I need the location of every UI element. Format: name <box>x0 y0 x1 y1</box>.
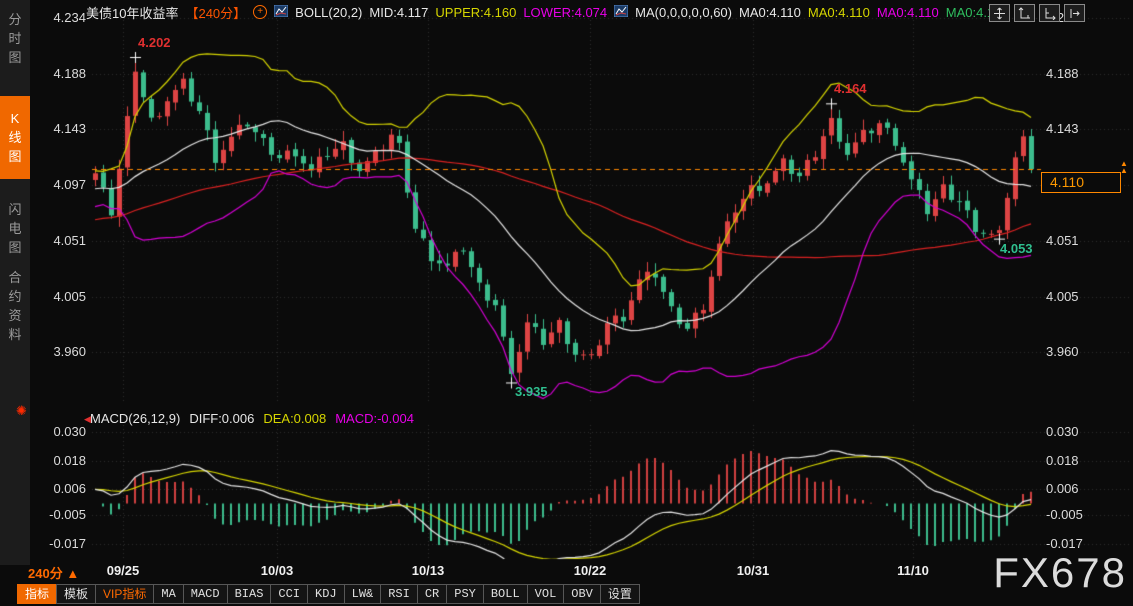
current-price-box: 4.110 <box>1041 172 1121 193</box>
chart-tool-buttons <box>989 4 1085 22</box>
axis-tick-label: 0.006 <box>1046 481 1106 496</box>
axis-tick-label: 4.051 <box>30 233 86 248</box>
toolbar-item-KDJ[interactable]: KDJ <box>307 584 345 604</box>
toolbar-item-LW&[interactable]: LW& <box>344 584 382 604</box>
scroll-up-arrows-icon[interactable]: ▲▲ <box>1120 160 1128 174</box>
sidebar-nav: 分时图 K线图闪电图合约资料 <box>0 0 30 565</box>
toolbar-item-CCI[interactable]: CCI <box>270 584 308 604</box>
toolbar-item-CR[interactable]: CR <box>417 584 447 604</box>
toolbar-item-指标[interactable]: 指标 <box>17 584 57 604</box>
sidebar-item-2[interactable]: K线图 <box>0 96 30 179</box>
period-tag: 【240分】 <box>185 3 246 22</box>
toolbar-item-BIAS[interactable]: BIAS <box>227 584 272 604</box>
axis-tick-label: 0.030 <box>30 424 86 439</box>
toolbar-item-RSI[interactable]: RSI <box>380 584 418 604</box>
toolbar-item-MACD[interactable]: MACD <box>183 584 228 604</box>
macd-header: MACD(26,12,9) DIFF:0.006 DEA:0.008 MACD:… <box>90 411 414 426</box>
axis-tick-label: 4.051 <box>1046 233 1106 248</box>
ma0-value-1: MA0:4.110 <box>739 5 801 20</box>
ma-label: MA(0,0,0,0,0,60) <box>635 5 732 20</box>
price-marker-4.202: 4.202 <box>138 35 171 50</box>
alert-sun-icon[interactable]: ✺ <box>16 403 27 419</box>
sidebar-item-1[interactable]: 分时图 <box>0 4 30 73</box>
x-axis-date: 10/22 <box>562 563 618 578</box>
axis-tick-label: 4.143 <box>1046 121 1106 136</box>
add-indicator-icon[interactable]: + <box>253 5 267 19</box>
axis-tick-label: 0.018 <box>1046 453 1106 468</box>
boll-label: BOLL(20,2) <box>295 5 362 20</box>
toolbar-item-OBV[interactable]: OBV <box>563 584 601 604</box>
x-axis-date: 10/31 <box>725 563 781 578</box>
axis-tick-label: -0.005 <box>30 507 86 522</box>
price-marker-4.164: 4.164 <box>834 81 867 96</box>
toolbar-item-BOLL[interactable]: BOLL <box>483 584 528 604</box>
axis-zoom-vertical-icon[interactable] <box>1014 4 1035 22</box>
axis-tick-label: -0.017 <box>30 536 86 551</box>
sidebar-item-3[interactable]: 闪电图 <box>0 194 30 263</box>
boll-lower-value: LOWER:4.074 <box>523 5 607 20</box>
crosshair-move-icon[interactable] <box>989 4 1010 22</box>
axis-zoom-horizontal-icon[interactable] <box>1039 4 1060 22</box>
ma0-value-4: MA0:4.1 <box>946 5 994 20</box>
axis-tick-label: -0.005 <box>1046 507 1106 522</box>
toolbar-item-模板[interactable]: 模板 <box>56 584 96 604</box>
toolbar-item-VIP指标[interactable]: VIP指标 <box>95 584 154 604</box>
period-selector[interactable]: 240分 ▲ <box>28 563 79 582</box>
ma0-value-3: MA0:4.110 <box>877 5 939 20</box>
axis-tick-label: 3.960 <box>30 344 86 359</box>
toolbar-item-设置[interactable]: 设置 <box>600 584 640 604</box>
axis-tick-label: 0.006 <box>30 481 86 496</box>
axis-tick-label: 4.005 <box>1046 289 1106 304</box>
toolbar-item-MA[interactable]: MA <box>153 584 183 604</box>
line-chart-icon <box>274 5 288 20</box>
chart-header: 美债10年收益率 【240分】 + BOLL(20,2) MID:4.117 U… <box>86 3 994 21</box>
x-axis-date: 10/03 <box>249 563 305 578</box>
sidebar-item-4[interactable]: 合约资料 <box>0 262 30 350</box>
x-axis-date: 11/10 <box>885 563 941 578</box>
toolbar-item-VOL[interactable]: VOL <box>527 584 565 604</box>
boll-upper-value: UPPER:4.160 <box>435 5 516 20</box>
x-axis-row: 240分 ▲ 09/25 10/03 10/13 10/22 10/31 11/10 <box>0 563 1133 583</box>
axis-tick-label: 0.030 <box>1046 424 1106 439</box>
shift-right-icon[interactable] <box>1064 4 1085 22</box>
indicator-toolbar: 指标模板VIP指标MAMACDBIASCCIKDJLW&RSICRPSYBOLL… <box>18 584 640 604</box>
axis-tick-label: 4.234 <box>30 10 86 25</box>
price-marker-3.935: 3.935 <box>515 384 548 399</box>
axis-tick-label: -0.017 <box>1046 536 1106 551</box>
axis-tick-label: 3.960 <box>1046 344 1106 359</box>
x-axis-date: 10/13 <box>400 563 456 578</box>
macd-dea-value: DEA:0.008 <box>263 411 326 426</box>
axis-tick-label: 4.143 <box>30 121 86 136</box>
x-axis-date: 09/25 <box>95 563 151 578</box>
price-chart-canvas[interactable] <box>0 0 1133 606</box>
macd-macd-value: MACD:-0.004 <box>335 411 414 426</box>
price-marker-4.053: 4.053 <box>1000 241 1033 256</box>
toolbar-item-PSY[interactable]: PSY <box>446 584 484 604</box>
axis-tick-label: 4.005 <box>30 289 86 304</box>
line-chart-icon <box>614 5 628 20</box>
axis-tick-label: 0.018 <box>30 453 86 468</box>
ma0-value-2: MA0:4.110 <box>808 5 870 20</box>
macd-diff-value: DIFF:0.006 <box>189 411 254 426</box>
axis-tick-label: 4.188 <box>30 66 86 81</box>
axis-tick-label: 4.188 <box>1046 66 1106 81</box>
page-title: 美债10年收益率 <box>86 3 178 22</box>
axis-tick-label: 4.097 <box>30 177 86 192</box>
boll-mid-value: MID:4.117 <box>369 5 428 20</box>
macd-label: MACD(26,12,9) <box>90 411 180 426</box>
